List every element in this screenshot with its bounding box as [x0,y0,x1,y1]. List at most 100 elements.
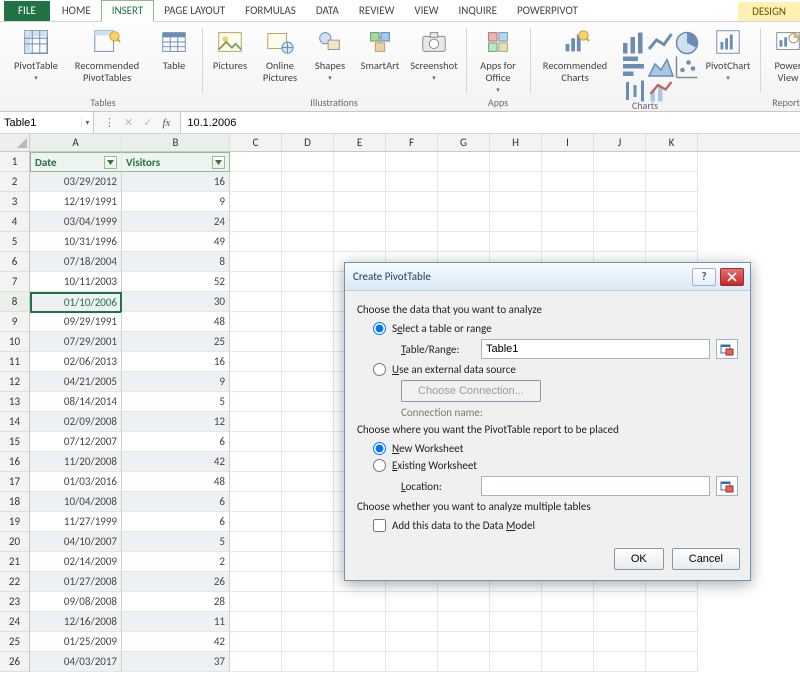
row-header[interactable]: 19 [0,512,30,532]
chart-bar-icon[interactable] [620,52,642,72]
formula-bar-input[interactable] [181,112,800,133]
name-box-dropdown-icon[interactable]: ▾ [81,118,93,128]
cell[interactable] [438,232,490,252]
cell-date[interactable]: 02/14/2009 [30,552,122,572]
cell-visitors[interactable]: 49 [122,232,230,252]
cell[interactable] [542,632,594,652]
btn-shapes[interactable]: Shapes ▾ [308,26,352,82]
cell-visitors[interactable]: 6 [122,432,230,452]
cell[interactable] [542,612,594,632]
cell-visitors[interactable]: 6 [122,492,230,512]
cell-visitors[interactable]: 42 [122,632,230,652]
col-header-B[interactable]: B [122,134,230,151]
tab-formulas[interactable]: FORMULAS [235,1,306,21]
row-header[interactable]: 21 [0,552,30,572]
tab-review[interactable]: REVIEW [349,1,405,21]
cell-visitors[interactable]: 9 [122,372,230,392]
btn-recommended-charts[interactable]: Recommended Charts [536,26,614,84]
select-all-corner[interactable] [0,134,30,151]
cell[interactable] [386,592,438,612]
cell[interactable] [646,652,698,672]
cell[interactable] [646,232,698,252]
cell[interactable] [490,212,542,232]
tab-inquire[interactable]: INQUIRE [449,1,507,21]
btn-recommended-pivottables[interactable]: Recommended PivotTables [68,26,146,84]
tab-insert[interactable]: INSERT [101,0,155,22]
cell[interactable] [230,632,282,652]
cell-visitors[interactable]: 37 [122,652,230,672]
cell-date[interactable]: 11/27/1999 [30,512,122,532]
cell-visitors[interactable]: 25 [122,332,230,352]
cell[interactable] [230,272,282,292]
chart-pie-icon[interactable] [672,28,694,48]
cell[interactable] [542,212,594,232]
cell[interactable] [386,212,438,232]
row-header[interactable]: 24 [0,612,30,632]
cell[interactable] [386,652,438,672]
cell-date[interactable]: 04/03/2017 [30,652,122,672]
formula-bar[interactable] [180,112,800,133]
cell[interactable] [230,192,282,212]
cell-date[interactable]: 10/04/2008 [30,492,122,512]
cell[interactable] [282,392,334,412]
ok-button[interactable]: OK [614,548,664,570]
cell[interactable] [334,592,386,612]
cell-date[interactable]: 11/20/2008 [30,452,122,472]
cell[interactable] [594,232,646,252]
cell[interactable] [438,192,490,212]
cell-visitors[interactable]: 8 [122,252,230,272]
tab-data[interactable]: DATA [306,1,349,21]
row-header[interactable]: 15 [0,432,30,452]
cell[interactable] [334,172,386,192]
cell[interactable] [438,612,490,632]
help-button[interactable]: ? [692,268,716,286]
col-header-K[interactable]: K [646,134,698,151]
col-header-D[interactable]: D [282,134,334,151]
chart-combo-icon[interactable] [646,76,668,96]
cell[interactable] [282,452,334,472]
cell[interactable] [282,412,334,432]
cell[interactable] [490,172,542,192]
cell-visitors[interactable]: 42 [122,452,230,472]
cell[interactable] [646,172,698,192]
cell[interactable] [646,592,698,612]
cell-date[interactable]: 01/10/2006 [30,292,122,313]
cell[interactable] [438,652,490,672]
cell-date[interactable]: 08/14/2014 [30,392,122,412]
cell[interactable] [282,652,334,672]
cell[interactable] [542,232,594,252]
col-header-I[interactable]: I [542,134,594,151]
cancel-entry-icon[interactable]: ✕ [124,116,133,129]
cell[interactable] [438,212,490,232]
row-header[interactable]: 5 [0,232,30,252]
cell[interactable] [230,612,282,632]
cell[interactable] [386,152,438,172]
cell[interactable] [282,572,334,592]
cell[interactable] [282,172,334,192]
cell[interactable] [594,592,646,612]
cell[interactable] [230,552,282,572]
dialog-titlebar[interactable]: Create PivotTable ? [345,263,750,291]
cell[interactable] [282,252,334,272]
cell[interactable] [230,332,282,352]
collapse-dialog-button-2[interactable] [716,476,738,496]
cell[interactable] [230,212,282,232]
cell[interactable] [230,452,282,472]
cell-visitors[interactable]: 5 [122,392,230,412]
cell[interactable] [334,152,386,172]
radio-select-range[interactable] [373,322,386,335]
cell[interactable] [594,172,646,192]
cell-date[interactable]: 12/16/2008 [30,612,122,632]
row-header[interactable]: 12 [0,372,30,392]
row-header[interactable]: 17 [0,472,30,492]
btn-apps-for-office[interactable]: Apps for Office ▾ [472,26,524,94]
cell-visitors[interactable]: 52 [122,272,230,292]
row-header[interactable]: 13 [0,392,30,412]
cell[interactable] [542,172,594,192]
row-header[interactable]: 11 [0,352,30,372]
btn-smartart[interactable]: SmartArt [358,26,402,72]
col-header-J[interactable]: J [594,134,646,151]
cell[interactable] [438,592,490,612]
cell[interactable] [386,232,438,252]
row-header[interactable]: 14 [0,412,30,432]
